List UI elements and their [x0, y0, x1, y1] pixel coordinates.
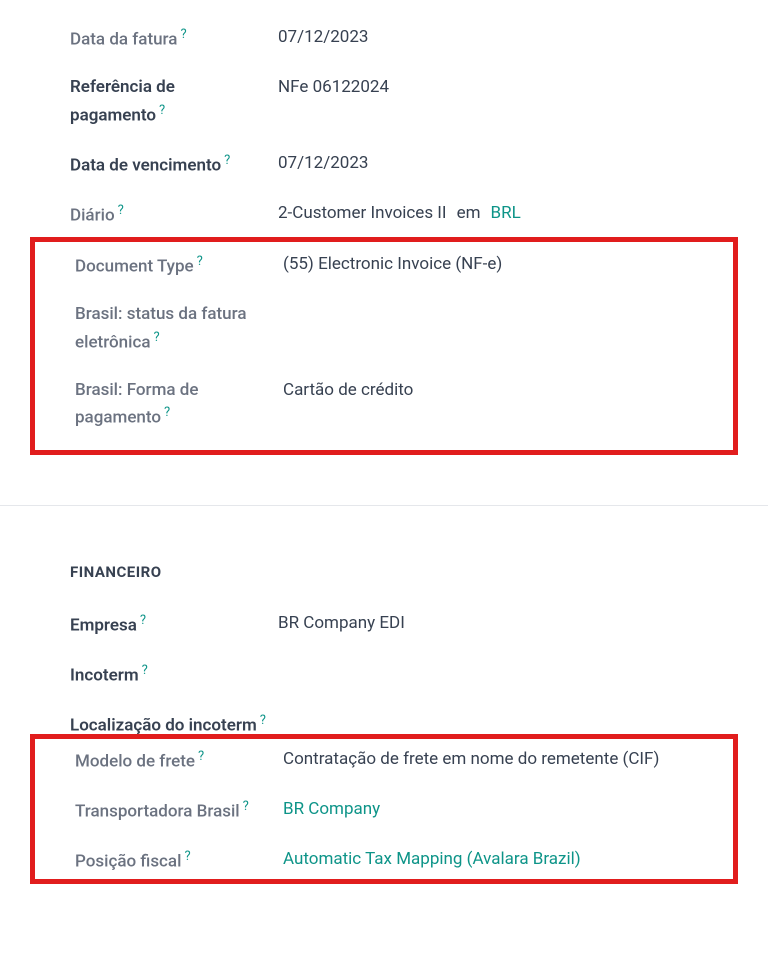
value-invoice-date: 07/12/2023	[278, 25, 738, 51]
label-company: Empresa?	[70, 611, 278, 639]
label-fiscal-position: Posição fiscal?	[75, 847, 283, 875]
help-icon[interactable]: ?	[159, 103, 165, 118]
value-payment-ref: NFe 06122024	[278, 75, 738, 101]
label-invoice-date: Data da fatura?	[70, 25, 278, 53]
value-due-date: 07/12/2023	[278, 151, 738, 177]
field-invoice-date: Data da fatura? 07/12/2023	[0, 25, 768, 53]
field-incoterm: Incoterm?	[0, 661, 768, 689]
help-icon[interactable]: ?	[243, 799, 249, 814]
label-einvoice-status: Brasil: status da fatura eletrônica?	[75, 302, 283, 356]
label-due-date: Data de vencimento?	[70, 151, 278, 179]
help-icon[interactable]: ?	[198, 749, 204, 764]
label-payment-method: Brasil: Forma de pagamento?	[75, 378, 283, 432]
journal-name: 2-Customer Invoices II	[278, 203, 447, 223]
label-payment-ref: Referência de pagamento?	[70, 75, 278, 129]
value-company: BR Company EDI	[278, 611, 738, 637]
field-journal: Diário? 2-Customer Invoices II em BRL	[0, 201, 768, 229]
label-carrier-brazil: Transportadora Brasil?	[75, 797, 283, 825]
field-document-type: Document Type? (55) Electronic Invoice (…	[35, 252, 733, 280]
help-icon[interactable]: ?	[142, 663, 148, 678]
journal-separator: em	[457, 201, 481, 227]
highlight-box-bottom: Modelo de frete? Contratação de frete em…	[30, 734, 738, 884]
help-icon[interactable]: ?	[197, 254, 203, 269]
help-icon[interactable]: ?	[118, 203, 124, 218]
help-icon[interactable]: ?	[260, 713, 266, 728]
label-journal: Diário?	[70, 201, 278, 229]
value-journal: 2-Customer Invoices II em BRL	[278, 201, 738, 227]
label-incoterm: Incoterm?	[70, 661, 278, 689]
field-company: Empresa? BR Company EDI	[0, 611, 768, 639]
value-freight-model: Contratação de frete em nome do remetent…	[283, 747, 723, 773]
label-freight-model: Modelo de frete?	[75, 747, 283, 775]
field-carrier-brazil: Transportadora Brasil? BR Company	[35, 797, 733, 825]
field-due-date: Data de vencimento? 07/12/2023	[0, 151, 768, 179]
help-icon[interactable]: ?	[140, 613, 146, 628]
value-payment-method: Cartão de crédito	[283, 378, 723, 404]
label-incoterm-location: Localização do incoterm?	[70, 711, 278, 739]
highlight-box-top: Document Type? (55) Electronic Invoice (…	[30, 237, 738, 454]
field-freight-model: Modelo de frete? Contratação de frete em…	[35, 747, 733, 775]
field-payment-ref: Referência de pagamento? NFe 06122024	[0, 75, 768, 129]
label-document-type: Document Type?	[75, 252, 283, 280]
help-icon[interactable]: ?	[153, 330, 159, 345]
field-fiscal-position: Posição fiscal? Automatic Tax Mapping (A…	[35, 847, 733, 875]
section-divider	[0, 505, 768, 506]
value-document-type: (55) Electronic Invoice (NF-e)	[283, 252, 723, 278]
invoice-form: Data da fatura? 07/12/2023 Referência de…	[0, 0, 768, 884]
help-icon[interactable]: ?	[224, 153, 230, 168]
field-einvoice-status: Brasil: status da fatura eletrônica?	[35, 302, 733, 356]
field-payment-method: Brasil: Forma de pagamento? Cartão de cr…	[35, 378, 733, 432]
financial-section-header: Financeiro	[0, 561, 768, 584]
help-icon[interactable]: ?	[164, 405, 170, 420]
value-fiscal-position[interactable]: Automatic Tax Mapping (Avalara Brazil)	[283, 847, 723, 873]
help-icon[interactable]: ?	[180, 27, 186, 42]
journal-currency[interactable]: BRL	[491, 201, 521, 227]
help-icon[interactable]: ?	[184, 849, 190, 864]
value-carrier-brazil[interactable]: BR Company	[283, 797, 723, 823]
